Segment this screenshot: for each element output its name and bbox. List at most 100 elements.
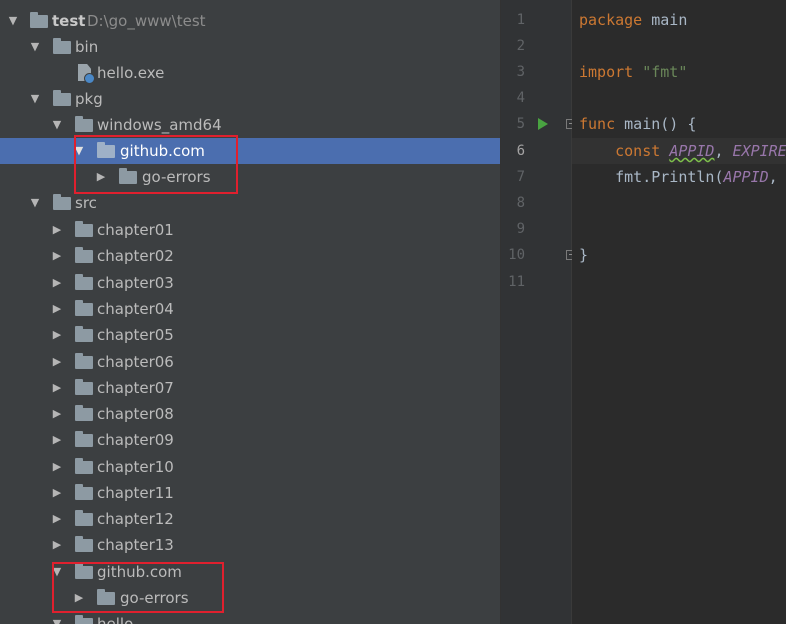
tree-item-chapter[interactable]: ▶ chapter13 <box>0 532 500 558</box>
keyword: import <box>579 63 634 81</box>
tree-item-bin[interactable]: ▼ bin <box>0 34 500 60</box>
tree-item-label: chapter13 <box>97 536 174 554</box>
editor-gutter: 1 2 3 4 5 6 7 8 9 10 11 <box>501 0 571 624</box>
collapse-arrow-icon[interactable]: ▶ <box>50 349 64 375</box>
tree-item-pkg[interactable]: ▼ pkg <box>0 86 500 112</box>
tree-item-chapter[interactable]: ▶ chapter05 <box>0 322 500 348</box>
tree-item-chapter[interactable]: ▶ chapter11 <box>0 480 500 506</box>
tree-item-label: test <box>52 12 86 30</box>
highlight-box-src <box>52 562 224 613</box>
collapse-arrow-icon[interactable]: ▶ <box>50 243 64 269</box>
line-number: 7 <box>516 169 525 185</box>
collapse-arrow-icon[interactable]: ▶ <box>50 270 64 296</box>
folder-icon <box>75 379 93 395</box>
code-line-5: func main() { <box>579 111 696 137</box>
tree-item-label: chapter05 <box>97 326 174 344</box>
folder-icon <box>75 536 93 552</box>
tree-item-chapter[interactable]: ▶ chapter08 <box>0 401 500 427</box>
run-gutter-icon[interactable] <box>538 118 548 130</box>
string-literal: "fmt" <box>642 63 688 81</box>
code-editor[interactable]: package main import "fmt" func main() { … <box>572 0 786 624</box>
identifier: fmt.Println( <box>615 168 724 186</box>
tree-item-label: chapter04 <box>97 300 174 318</box>
collapse-arrow-icon[interactable]: ▶ <box>50 296 64 322</box>
line-number: 9 <box>516 221 525 237</box>
folder-icon <box>75 247 93 263</box>
closing-brace: } <box>579 246 589 264</box>
constant: APPID <box>723 168 769 186</box>
tree-item-chapter[interactable]: ▶ chapter10 <box>0 454 500 480</box>
tree-item-chapter[interactable]: ▶ chapter01 <box>0 217 500 243</box>
tree-item-hello-exe[interactable]: hello.exe <box>0 60 500 86</box>
collapse-arrow-icon[interactable]: ▶ <box>50 322 64 348</box>
tree-item-chapter[interactable]: ▶ chapter02 <box>0 243 500 269</box>
tree-item-label: chapter08 <box>97 405 174 423</box>
code-line-7: fmt.Println(APPID, <box>579 164 778 190</box>
collapse-arrow-icon[interactable]: ▶ <box>50 506 64 532</box>
highlight-box-pkg <box>74 135 238 194</box>
constant: EXPIRE <box>732 142 786 160</box>
line-number: 11 <box>508 274 525 290</box>
collapse-arrow-icon[interactable]: ▶ <box>50 217 64 243</box>
tree-item-chapter[interactable]: ▶ chapter04 <box>0 296 500 322</box>
line-number: 4 <box>516 90 525 106</box>
tree-item-chapter[interactable]: ▶ chapter03 <box>0 270 500 296</box>
tree-item-chapter[interactable]: ▶ chapter07 <box>0 375 500 401</box>
line-number-current: 6 <box>516 143 525 159</box>
file-type-badge-icon <box>84 73 95 84</box>
folder-icon <box>53 90 71 106</box>
tree-item-label: chapter03 <box>97 274 174 292</box>
folder-icon <box>53 194 71 210</box>
collapse-arrow-icon[interactable]: ▶ <box>50 480 64 506</box>
code-line-3: import "fmt" <box>579 59 687 85</box>
identifier: main <box>642 11 688 29</box>
collapse-arrow-icon[interactable]: ▶ <box>50 532 64 558</box>
tree-item-label: chapter07 <box>97 379 174 397</box>
code-line-10: } <box>579 242 588 268</box>
tree-item-label: chapter09 <box>97 431 174 449</box>
line-number: 2 <box>516 38 525 54</box>
line-number: 1 <box>516 12 525 28</box>
line-number: 5 <box>516 116 525 132</box>
folder-icon <box>53 38 71 54</box>
tree-item-chapter[interactable]: ▶ chapter09 <box>0 427 500 453</box>
folder-icon <box>75 116 93 132</box>
tree-item-chapter[interactable]: ▶ chapter12 <box>0 506 500 532</box>
tree-item-label: chapter02 <box>97 247 174 265</box>
folder-icon <box>75 615 93 624</box>
tree-item-root-test[interactable]: ▼ test D:\go_www\test <box>0 8 500 34</box>
tree-item-label: pkg <box>75 90 103 108</box>
separator: , <box>768 168 778 186</box>
folder-icon <box>75 431 93 447</box>
expand-arrow-icon[interactable]: ▼ <box>28 190 42 216</box>
tree-item-label: chapter10 <box>97 458 174 476</box>
separator: , <box>714 142 733 160</box>
tree-item-label: chapter12 <box>97 510 174 528</box>
folder-icon <box>75 353 93 369</box>
tree-item-chapter[interactable]: ▶ chapter06 <box>0 349 500 375</box>
line-number: 8 <box>516 195 525 211</box>
constant: APPID <box>669 142 715 160</box>
collapse-arrow-icon[interactable]: ▶ <box>50 454 64 480</box>
keyword: const <box>615 142 661 160</box>
folder-icon <box>75 274 93 290</box>
collapse-arrow-icon[interactable]: ▶ <box>50 375 64 401</box>
collapse-arrow-icon[interactable]: ▶ <box>50 401 64 427</box>
tree-item-label: chapter01 <box>97 221 174 239</box>
expand-arrow-icon[interactable]: ▼ <box>28 34 42 60</box>
folder-icon <box>30 12 48 28</box>
identifier: main() { <box>615 115 697 133</box>
tree-item-label: hello.exe <box>97 64 165 82</box>
folder-icon <box>75 405 93 421</box>
expand-arrow-icon[interactable]: ▼ <box>6 8 20 34</box>
line-number: 10 <box>508 247 525 263</box>
code-line-6: const APPID, EXPIRE <box>579 138 786 164</box>
expand-arrow-icon[interactable]: ▼ <box>28 86 42 112</box>
project-path: D:\go_www\test <box>87 12 206 30</box>
tree-item-label: chapter11 <box>97 484 174 502</box>
expand-arrow-icon[interactable]: ▼ <box>50 112 64 138</box>
collapse-arrow-icon[interactable]: ▶ <box>50 427 64 453</box>
folder-icon <box>75 221 93 237</box>
tree-item-label: chapter06 <box>97 353 174 371</box>
keyword: package <box>579 11 643 29</box>
